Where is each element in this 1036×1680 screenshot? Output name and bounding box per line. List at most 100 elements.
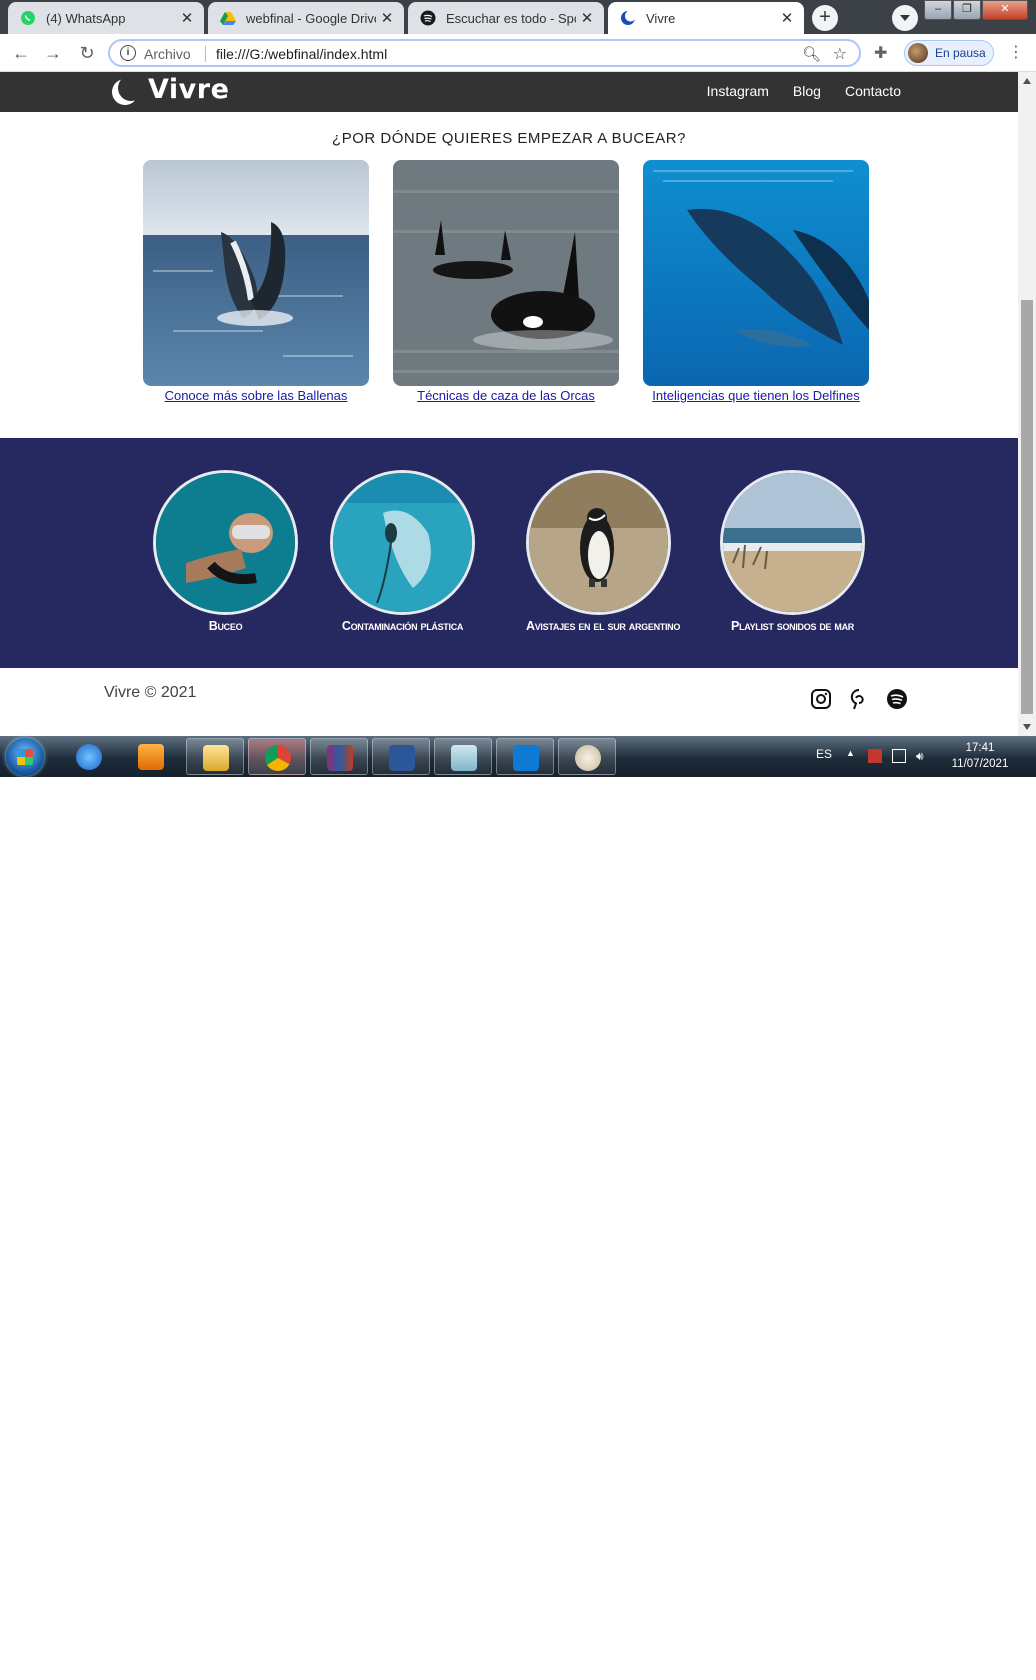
spotify-icon bbox=[420, 10, 436, 26]
circle-buceo[interactable]: Buceo bbox=[153, 470, 298, 633]
zoom-icon[interactable]: 🔍︎ bbox=[802, 45, 821, 63]
orcas-image[interactable] bbox=[393, 160, 619, 386]
start-button[interactable] bbox=[6, 738, 44, 776]
circle-playlist[interactable]: Playlist sonidos de mar bbox=[720, 470, 865, 633]
snorkeler-image bbox=[153, 470, 298, 615]
taskbar-winrar[interactable] bbox=[310, 738, 368, 775]
clock-time: 17:41 bbox=[965, 742, 995, 754]
copyright: Vivre © 2021 bbox=[104, 684, 197, 701]
card-link-orcas[interactable]: Técnicas de caza de las Orcas bbox=[393, 388, 619, 403]
bookmark-star-icon[interactable]: ☆ bbox=[833, 44, 847, 64]
scroll-down-arrow[interactable] bbox=[1023, 724, 1031, 730]
google-drive-icon bbox=[220, 12, 236, 25]
main-nav: Instagram Blog Contacto bbox=[707, 83, 901, 99]
network-icon[interactable] bbox=[892, 749, 906, 763]
whatsapp-icon bbox=[21, 11, 35, 25]
site-logo[interactable]: Vivre bbox=[110, 74, 229, 105]
beach-image bbox=[720, 470, 865, 615]
close-window-button[interactable]: ✕ bbox=[982, 0, 1028, 20]
plastic-bag-image bbox=[330, 470, 475, 615]
minimize-button[interactable]: – bbox=[924, 0, 952, 20]
tab-title: webfinal - Google Drive bbox=[246, 10, 376, 26]
new-tab-button[interactable]: + bbox=[812, 5, 838, 31]
back-button[interactable]: ← bbox=[10, 42, 32, 64]
show-hidden-icons-icon[interactable]: ▲ bbox=[846, 748, 855, 758]
nav-contacto[interactable]: Contacto bbox=[845, 83, 901, 99]
paint-icon bbox=[575, 745, 601, 771]
system-clock[interactable]: 17:41 11/07/2021 bbox=[940, 740, 1020, 772]
card-ballenas: Conoce más sobre las Ballenas bbox=[143, 160, 369, 403]
tab-search-button[interactable] bbox=[892, 5, 918, 31]
tab-whatsapp[interactable]: (4) WhatsApp ✕ bbox=[8, 2, 204, 34]
taskbar-chrome[interactable] bbox=[248, 738, 306, 775]
explore-band: Buceo Contaminación plástica Avistajes e… bbox=[0, 438, 1018, 668]
nav-instagram[interactable]: Instagram bbox=[707, 83, 769, 99]
card-orcas: Técnicas de caza de las Orcas bbox=[393, 160, 619, 403]
penguin-image bbox=[526, 470, 671, 615]
circle-label: Buceo bbox=[208, 619, 243, 633]
taskbar-file-explorer[interactable] bbox=[186, 738, 244, 775]
taskbar-media-player[interactable] bbox=[122, 738, 180, 775]
instagram-icon[interactable] bbox=[810, 688, 832, 710]
action-center-flag-icon[interactable] bbox=[868, 749, 882, 763]
extensions-puzzle-icon[interactable]: ✚ bbox=[874, 43, 887, 63]
close-tab-icon[interactable]: ✕ bbox=[376, 9, 398, 27]
scroll-thumb[interactable] bbox=[1021, 300, 1033, 714]
tab-spotify[interactable]: Escuchar es todo - Spotify ✕ bbox=[408, 2, 604, 34]
page-scrollbar[interactable] bbox=[1018, 72, 1036, 736]
profile-button[interactable]: En pausa bbox=[904, 40, 994, 66]
nav-blog[interactable]: Blog bbox=[793, 83, 821, 99]
vscode-icon bbox=[513, 745, 539, 771]
circle-contaminacion[interactable]: Contaminación plástica bbox=[330, 470, 475, 633]
url-text[interactable]: file:///G:/webfinal/index.html bbox=[216, 46, 387, 62]
clock-date: 11/07/2021 bbox=[951, 758, 1009, 770]
screen: (4) WhatsApp ✕ webfinal - Google Drive ✕… bbox=[0, 0, 1036, 777]
more-menu-icon[interactable]: ⋮ bbox=[1008, 42, 1024, 62]
language-indicator[interactable]: ES bbox=[816, 747, 832, 761]
taskbar-word[interactable] bbox=[372, 738, 430, 775]
circle-label: Avistajes en el sur argentino bbox=[526, 619, 681, 633]
scheme-label: Archivo bbox=[144, 46, 191, 62]
window-controls: – ❐ ✕ bbox=[923, 0, 1028, 20]
humpback-whale-image[interactable] bbox=[143, 160, 369, 386]
card-delfines: Inteligencias que tienen los Delfines bbox=[643, 160, 869, 403]
avatar bbox=[908, 43, 928, 63]
circle-avistajes[interactable]: Avistajes en el sur argentino bbox=[526, 470, 681, 633]
winrar-icon bbox=[327, 745, 353, 771]
pinterest-icon[interactable] bbox=[848, 688, 870, 710]
word-icon bbox=[389, 745, 415, 771]
tab-title: Vivre bbox=[646, 10, 676, 26]
taskbar-internet-explorer[interactable] bbox=[60, 738, 118, 775]
tab-google-drive[interactable]: webfinal - Google Drive ✕ bbox=[208, 2, 404, 34]
spotify-icon[interactable] bbox=[886, 688, 908, 710]
media-player-icon bbox=[138, 744, 164, 770]
chrome-icon bbox=[265, 745, 291, 771]
close-tab-icon[interactable]: ✕ bbox=[576, 9, 598, 27]
profile-status: En pausa bbox=[935, 46, 986, 60]
circle-label: Playlist sonidos de mar bbox=[730, 619, 855, 633]
notes-icon bbox=[451, 745, 477, 771]
close-tab-icon[interactable]: ✕ bbox=[776, 9, 798, 27]
moon-icon bbox=[118, 75, 144, 101]
internet-explorer-icon bbox=[76, 744, 102, 770]
site-footer: Vivre © 2021 bbox=[0, 668, 1018, 736]
taskbar-notes[interactable] bbox=[434, 738, 492, 775]
close-tab-icon[interactable]: ✕ bbox=[176, 9, 198, 27]
volume-icon[interactable]: 🔊︎ bbox=[916, 749, 930, 763]
browser-tab-strip: (4) WhatsApp ✕ webfinal - Google Drive ✕… bbox=[0, 0, 1036, 34]
restore-button[interactable]: ❐ bbox=[953, 0, 981, 20]
card-link-ballenas[interactable]: Conoce más sobre las Ballenas bbox=[143, 388, 369, 403]
vivre-moon-icon bbox=[621, 10, 636, 25]
address-bar[interactable]: i Archivo file:///G:/webfinal/index.html… bbox=[108, 39, 861, 67]
card-link-delfines[interactable]: Inteligencias que tienen los Delfines bbox=[643, 388, 869, 403]
taskbar-vscode[interactable] bbox=[496, 738, 554, 775]
tab-title: (4) WhatsApp bbox=[46, 10, 126, 26]
taskbar-paint[interactable] bbox=[558, 738, 616, 775]
reload-button[interactable]: ↻ bbox=[76, 42, 98, 64]
forward-button[interactable]: → bbox=[42, 42, 64, 64]
info-icon[interactable]: i bbox=[120, 45, 136, 61]
dolphins-image[interactable] bbox=[643, 160, 869, 386]
tab-vivre[interactable]: Vivre ✕ bbox=[608, 2, 804, 34]
scroll-up-arrow[interactable] bbox=[1023, 78, 1031, 84]
circle-label: Contaminación plástica bbox=[341, 619, 464, 633]
